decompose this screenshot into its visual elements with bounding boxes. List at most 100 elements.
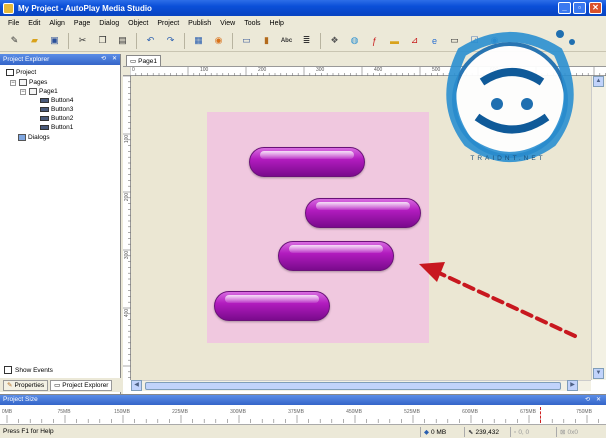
size-tick-label: 750MB bbox=[576, 409, 592, 415]
status-size-value: 0 MB bbox=[431, 428, 447, 436]
pdf-object-icon[interactable]: ⊿ bbox=[406, 32, 423, 49]
menu-view[interactable]: View bbox=[220, 20, 235, 27]
paste-icon[interactable]: ▤ bbox=[114, 32, 131, 49]
app-icon bbox=[3, 2, 14, 14]
size-ruler: 0MB 75MB 150MB 225MB 300MB 375MB 450MB 5… bbox=[1, 407, 602, 423]
tab-page1[interactable]: ▭ Page1 bbox=[126, 55, 161, 66]
status-coords-value: 239,432 bbox=[475, 428, 499, 436]
menu-page[interactable]: Page bbox=[74, 20, 90, 27]
page-surface[interactable] bbox=[207, 112, 429, 343]
tree-project[interactable]: Project bbox=[6, 68, 36, 77]
project-size-header: Project Size ⟲ ✕ bbox=[0, 395, 606, 405]
tree-button1[interactable]: Button1 bbox=[40, 123, 73, 132]
vertical-ruler: 100 200 300 400 bbox=[123, 76, 131, 380]
scroll-thumb[interactable] bbox=[145, 382, 561, 390]
disk-icon: ◆ bbox=[424, 429, 429, 436]
button-object-icon[interactable]: ▭ bbox=[238, 32, 255, 49]
panel-close-icon[interactable]: ✕ bbox=[110, 55, 119, 64]
menu-edit[interactable]: Edit bbox=[28, 20, 40, 27]
tab-label: Page1 bbox=[138, 57, 157, 65]
toolbar-separator bbox=[136, 32, 137, 49]
button-icon bbox=[40, 98, 49, 103]
page-tab-icon: ▭ bbox=[130, 58, 137, 65]
button2-object[interactable] bbox=[305, 198, 421, 228]
web-object-icon[interactable]: ◍ bbox=[346, 32, 363, 49]
text-object-icon[interactable]: Abc bbox=[278, 32, 295, 49]
pin-icon[interactable]: ⟲ bbox=[99, 55, 108, 64]
collapse-icon[interactable]: − bbox=[10, 79, 16, 86]
scroll-right-icon[interactable]: ▶ bbox=[567, 380, 578, 391]
size-tick-label: 75MB bbox=[57, 409, 71, 415]
dialogs-icon bbox=[18, 134, 26, 141]
show-events-checkbox[interactable]: Show Events bbox=[4, 366, 53, 374]
tab-project-explorer[interactable]: ▭ Project Explorer bbox=[50, 379, 113, 391]
image-object-icon[interactable]: ❖ bbox=[326, 32, 343, 49]
save-icon[interactable]: ▣ bbox=[46, 32, 63, 49]
tree-button3[interactable]: Button3 bbox=[40, 105, 73, 114]
menu-file[interactable]: File bbox=[8, 20, 19, 27]
redo-icon[interactable]: ↷ bbox=[162, 32, 179, 49]
copy-icon[interactable]: ❐ bbox=[94, 32, 111, 49]
paragraph-object-icon[interactable]: ≣ bbox=[298, 32, 315, 49]
size-tick-label: 0MB bbox=[1, 409, 13, 415]
menu-object[interactable]: Object bbox=[128, 20, 148, 27]
status-dimensions-value: 0x0 bbox=[567, 428, 578, 436]
tab-properties[interactable]: ✎ Properties bbox=[3, 379, 49, 391]
size-tick-label: 300MB bbox=[230, 409, 246, 415]
tree-label: Button1 bbox=[51, 124, 74, 131]
panel-close-icon[interactable]: ✕ bbox=[594, 396, 603, 405]
tree-page1[interactable]: − Page1 bbox=[20, 87, 58, 96]
collapse-icon[interactable]: − bbox=[20, 88, 26, 95]
undo-icon[interactable]: ↶ bbox=[142, 32, 159, 49]
status-position-value: 0, 0 bbox=[518, 428, 530, 436]
button4-object[interactable] bbox=[214, 291, 330, 321]
slideshow-object-icon[interactable]: ▬ bbox=[386, 32, 403, 49]
button-icon bbox=[40, 116, 49, 121]
button-icon bbox=[40, 125, 49, 130]
menu-dialog[interactable]: Dialog bbox=[99, 20, 119, 27]
position-icon: ▫ bbox=[514, 428, 517, 436]
tab-label: Properties bbox=[14, 381, 45, 389]
tree-pages[interactable]: − Pages bbox=[10, 78, 47, 87]
button1-object[interactable] bbox=[249, 147, 365, 177]
tree-button4[interactable]: Button4 bbox=[40, 96, 73, 105]
tree-label: Button4 bbox=[51, 97, 74, 104]
menu-tools[interactable]: Tools bbox=[244, 20, 260, 27]
horizontal-scrollbar[interactable]: ◀ ▶ bbox=[131, 380, 591, 391]
ruler-label: 400 bbox=[374, 67, 383, 73]
arrow-shaft bbox=[435, 270, 577, 338]
scroll-left-icon[interactable]: ◀ bbox=[131, 380, 142, 391]
ruler-label: 300 bbox=[316, 67, 325, 73]
checkbox-box[interactable] bbox=[4, 366, 12, 374]
ruler-label: 100 bbox=[200, 67, 209, 73]
menu-project[interactable]: Project bbox=[157, 20, 179, 27]
ruler-label: 200 bbox=[258, 67, 267, 73]
menu-publish[interactable]: Publish bbox=[188, 20, 211, 27]
tree-label: Project bbox=[16, 69, 37, 76]
explorer-tab-icon: ▭ bbox=[54, 382, 61, 389]
tree-label: Button3 bbox=[51, 106, 74, 113]
button3-object[interactable] bbox=[278, 241, 394, 271]
tree-label: Page1 bbox=[39, 88, 58, 95]
tree-dialogs[interactable]: Dialogs bbox=[18, 133, 50, 142]
cut-icon[interactable]: ✂ bbox=[74, 32, 91, 49]
tree-label: Dialogs bbox=[28, 134, 50, 141]
scroll-down-icon[interactable]: ▼ bbox=[593, 368, 604, 379]
open-folder-icon[interactable]: ▰ bbox=[26, 32, 43, 49]
status-bar: Press F1 for Help ◆ 0 MB ⬉ 239,432 ▫ 0, … bbox=[0, 424, 606, 438]
page-icon bbox=[29, 88, 37, 95]
button-icon bbox=[40, 107, 49, 112]
size-tick-label: 375MB bbox=[288, 409, 304, 415]
toolbar-separator bbox=[320, 32, 321, 49]
flash-object-icon[interactable]: ƒ bbox=[366, 32, 383, 49]
label-object-icon[interactable]: ▮ bbox=[258, 32, 275, 49]
pin-icon[interactable]: ⟲ bbox=[583, 396, 592, 405]
publish-icon[interactable]: ◉ bbox=[210, 32, 227, 49]
status-dimensions: ⊠ 0x0 bbox=[556, 427, 578, 437]
status-size: ◆ 0 MB bbox=[420, 427, 446, 437]
wand-icon[interactable]: ✎ bbox=[6, 32, 23, 49]
preview-icon[interactable]: ▦ bbox=[190, 32, 207, 49]
tree-button2[interactable]: Button2 bbox=[40, 114, 73, 123]
menu-help[interactable]: Help bbox=[270, 20, 284, 27]
menu-align[interactable]: Align bbox=[49, 20, 65, 27]
